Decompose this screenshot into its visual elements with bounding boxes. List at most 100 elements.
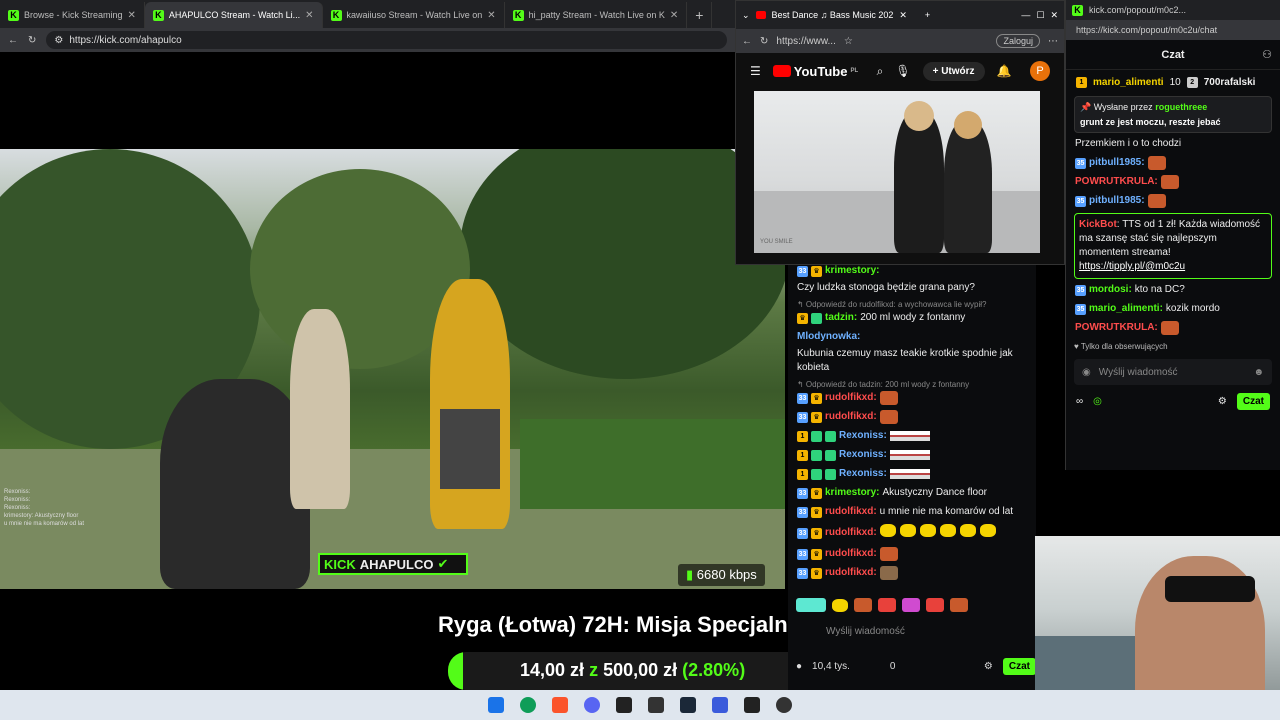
tab-browse[interactable]: K Browse - Kick Streaming ✕ [0, 2, 145, 28]
kick-coin-icon[interactable]: ◎ [1093, 396, 1102, 407]
reload-icon[interactable]: ↻ [760, 36, 768, 47]
tab-label[interactable]: Best Dance ♫ Bass Music 202 [772, 10, 894, 20]
users-icon[interactable]: ⚇ [1262, 48, 1272, 61]
chat-message[interactable]: 1 Rexoniss: [788, 427, 1036, 446]
chat-username[interactable]: pitbull1985: [1089, 194, 1145, 208]
youtube-logo[interactable]: YouTube PL [772, 64, 858, 79]
emote[interactable] [854, 598, 872, 612]
obs-icon[interactable] [776, 697, 792, 713]
close-icon[interactable]: ✕ [305, 10, 313, 21]
emote[interactable] [950, 598, 968, 612]
chat-username[interactable]: pitbull1985: [1089, 156, 1145, 170]
emote[interactable] [902, 598, 920, 612]
kickbot-user[interactable]: KickBot [1079, 219, 1117, 230]
tab-ahapulco[interactable]: K AHAPULCO Stream - Watch Li... ✕ [144, 2, 323, 28]
chat-message[interactable]: 33 ♛ rudolfikxd: u mnie nie ma komarów od l… [788, 503, 1036, 522]
chat-username[interactable]: mordosi: [1089, 283, 1132, 297]
tipply-link[interactable]: https://tipply.pl/@m0c2u [1079, 261, 1185, 272]
popout-chat-input[interactable]: ◉ Wyślij wiadomość ☻ [1074, 359, 1272, 385]
discord-icon[interactable] [584, 697, 600, 713]
maximize-icon[interactable]: ☐ [1036, 10, 1044, 21]
chat-username[interactable]: rudolfikxd: [825, 505, 877, 519]
search-icon[interactable]: ⌕ [877, 64, 884, 79]
app-icon[interactable] [616, 697, 632, 713]
points-icon[interactable]: ∞ [1076, 396, 1083, 407]
chat-message[interactable]: 33 ♛ rudolfikxd: [788, 522, 1036, 545]
emoji-icon[interactable]: ☻ [1253, 367, 1264, 378]
chat-username[interactable]: rudolfikxd: [825, 391, 877, 405]
chat-username[interactable]: krimestory: [825, 486, 879, 500]
chat-message[interactable]: 35 pitbull1985: [1066, 192, 1280, 211]
chat-username[interactable]: Mlodynowka: [797, 330, 860, 344]
chat-username[interactable]: Rexoniss: [839, 448, 887, 462]
more-icon[interactable]: ⋯ [1048, 36, 1058, 47]
chevron-down-icon[interactable]: ⌄ [742, 10, 750, 21]
url-text[interactable]: https://www... [776, 36, 835, 47]
pinned-by-user[interactable]: roguethreee [1155, 102, 1207, 112]
chat-username[interactable]: krimestory: [825, 264, 879, 278]
chat-message[interactable]: 1 Rexoniss: [788, 465, 1036, 484]
emote[interactable] [878, 598, 896, 612]
emote[interactable] [926, 598, 944, 612]
epic-games-icon[interactable] [648, 697, 664, 713]
close-window-icon[interactable]: ✕ [1050, 10, 1058, 21]
app-icon[interactable] [744, 697, 760, 713]
chat-username[interactable]: mario_alimenti: [1089, 302, 1163, 316]
close-icon[interactable]: ✕ [899, 10, 907, 21]
reload-icon[interactable]: ↻ [28, 35, 36, 46]
back-icon[interactable]: ← [8, 35, 18, 46]
chat-username[interactable]: rudolfikxd: [825, 547, 877, 561]
chat-message[interactable]: 35 mario_alimenti: kozik mordo [1066, 300, 1280, 319]
app-icon[interactable] [712, 697, 728, 713]
menu-icon[interactable]: ☰ [750, 64, 761, 78]
star-icon[interactable]: ☆ [844, 36, 853, 47]
emote[interactable] [832, 598, 848, 612]
new-tab-button[interactable]: + [687, 2, 713, 28]
chat-message[interactable]: 35 pitbull1985: [1066, 154, 1280, 173]
chat-message[interactable]: POWRUTKRULA: [1066, 173, 1280, 192]
chat-message[interactable]: 33 ♛ rudolfikxd: [788, 408, 1036, 427]
emote[interactable] [796, 598, 826, 612]
gear-icon[interactable]: ⚙ [984, 661, 993, 672]
minimize-icon[interactable]: — [1021, 10, 1030, 20]
chat-message[interactable]: 33 ♛ krimestory: Akustyczny Dance floor [788, 484, 1036, 503]
chat-message[interactable]: POWRUTKRULA: [1066, 319, 1280, 338]
chat-message[interactable]: ♛ tadzin: 200 ml wody z fontanny [788, 309, 1036, 328]
chat-message[interactable]: 33 ♛ krimestory: Czy ludzka stonoga będzie … [788, 262, 1036, 298]
chat-message[interactable]: Mlodynowka: Kubunia czemuy masz teakie kr… [788, 328, 1036, 378]
edge-icon[interactable] [520, 697, 536, 713]
popout-address-bar[interactable]: https://kick.com/popout/m0c2u/chat [1066, 20, 1280, 40]
chat-message[interactable]: 35 mordosi: kto na DC? [1066, 281, 1280, 300]
bell-icon[interactable]: 🔔 [997, 64, 1012, 78]
chat-message[interactable]: 1 Rexoniss: [788, 446, 1036, 465]
chat-username[interactable]: rudolfikxd: [825, 566, 877, 580]
tab-kawaiiuso[interactable]: Kkawaiiuso Stream - Watch Live on ✕ [323, 2, 505, 28]
url-field[interactable]: ⚙ https://kick.com/ahapulco [46, 31, 727, 49]
chat-message[interactable]: 33 ♛ rudolfikxd: [788, 545, 1036, 564]
steam-icon[interactable] [680, 697, 696, 713]
gear-icon[interactable]: ⚙ [1218, 396, 1227, 407]
chat-username[interactable]: POWRUTKRULA: [1075, 321, 1158, 335]
chat-input[interactable]: Wyślij wiadomość [796, 622, 1036, 642]
create-button[interactable]: + Utwórz [922, 61, 985, 81]
tab-hi-patty[interactable]: Khi_patty Stream - Watch Live on K ✕ [505, 2, 688, 28]
send-chat-button[interactable]: Czat [1236, 393, 1270, 410]
windows-start-icon[interactable] [488, 697, 504, 713]
gifter-name[interactable]: mario_alimenti [1093, 77, 1164, 88]
login-button[interactable]: Zaloguj [996, 34, 1040, 48]
gifter-name[interactable]: 700rafalski [1204, 77, 1256, 88]
new-tab-icon[interactable]: + [925, 10, 930, 20]
chat-message[interactable]: Przemkiem i o to chodzi [1066, 135, 1280, 154]
mic-icon[interactable]: 🎙 [895, 64, 910, 78]
youtube-video[interactable]: YOU SMILE [754, 91, 1040, 253]
chat-username[interactable]: tadzin: [825, 311, 857, 325]
chat-message[interactable]: 33 ♛ rudolfikxd: [788, 389, 1036, 408]
back-icon[interactable]: ← [742, 36, 752, 47]
chat-username[interactable]: Rexoniss: [839, 429, 887, 443]
chat-message[interactable]: 33 ♛ rudolfikxd: [788, 564, 1036, 583]
site-info-icon[interactable]: ⚙ [54, 35, 63, 46]
chat-username[interactable]: POWRUTKRULA: [1075, 175, 1158, 189]
chat-username[interactable]: Rexoniss: [839, 467, 887, 481]
close-icon[interactable]: ✕ [670, 10, 678, 21]
close-icon[interactable]: ✕ [128, 10, 136, 21]
